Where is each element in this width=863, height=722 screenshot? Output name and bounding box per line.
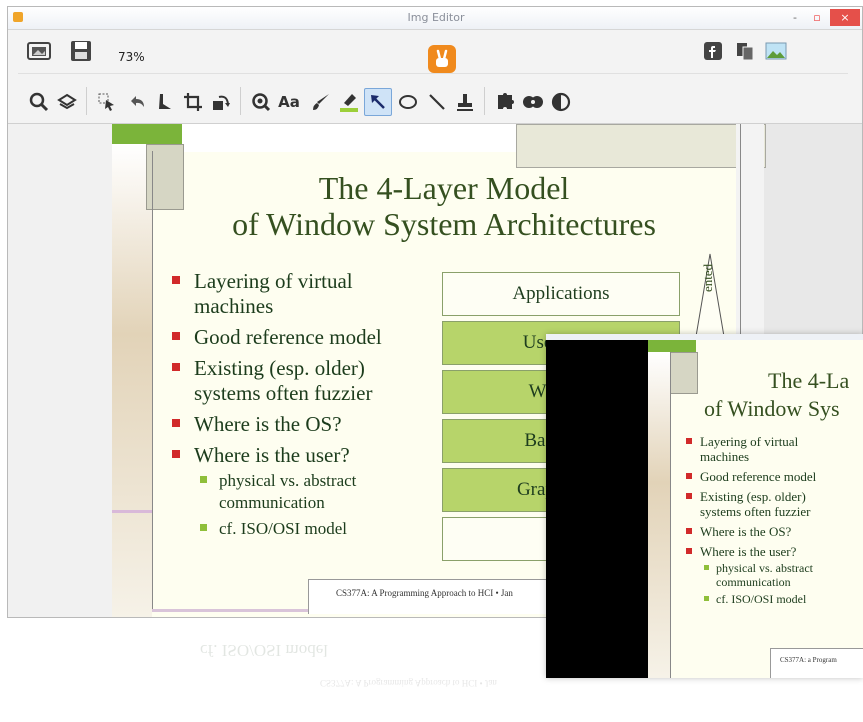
slide-title-line2: of Window System Architectures <box>232 206 656 242</box>
canvas-margin-left <box>8 124 112 617</box>
bullet-item: Layering of virtual <box>686 434 863 449</box>
preview-window: The 4-La of Window Sys Layering of virtu… <box>546 334 863 678</box>
bullet-item: Where is the OS? <box>172 412 472 437</box>
maximize-button[interactable]: ▫ <box>808 9 826 26</box>
slide-gray-block <box>516 124 766 168</box>
slide-footer: CS377A: A Programming Approach to HCI • … <box>336 588 513 598</box>
landscape-image-icon[interactable] <box>763 38 789 64</box>
preview-black-panel <box>546 340 648 678</box>
slide-pink-rule <box>112 510 152 513</box>
preview-green-block <box>648 340 696 352</box>
line-icon[interactable] <box>424 89 450 115</box>
brush-icon[interactable] <box>308 89 334 115</box>
ellipse-icon[interactable] <box>396 89 422 115</box>
reflection-line: cf. ISO/OSI model <box>200 641 328 660</box>
slide-left-strip <box>112 144 152 617</box>
bullet-item: Good reference model <box>172 325 472 350</box>
window-reflection: CS377A: A Programming Approach to HCI • … <box>140 618 560 698</box>
sub-bullet-item: physical vs. abstract <box>172 470 472 492</box>
preview-left-strip <box>648 352 670 678</box>
preview-vertical-rule <box>670 352 671 678</box>
slide-bullet-list: Layering of virtual machines Good refere… <box>172 269 472 540</box>
eye-icon[interactable] <box>520 89 546 115</box>
zoom-icon[interactable] <box>248 89 274 115</box>
slide-title-line1: The 4-Layer Model <box>318 170 570 206</box>
window-title: Img Editor <box>407 11 465 24</box>
preview-title-line2: of Window Sys <box>704 396 840 421</box>
bullet-item: Good reference model <box>686 469 863 484</box>
preview-gray-square <box>670 352 698 394</box>
zoom-level[interactable]: 73% <box>118 50 145 64</box>
sub-bullet-item: communication <box>219 493 325 512</box>
crop-icon[interactable] <box>180 89 206 115</box>
image-icon[interactable] <box>26 38 52 64</box>
title-bar[interactable]: Img Editor - ▫ × <box>8 7 862 30</box>
sub-bullet-item: physical vs. abstract <box>686 561 863 575</box>
close-button[interactable]: × <box>830 9 860 26</box>
preview-title-line1: The 4-La <box>768 368 850 393</box>
tool-separator <box>240 87 241 115</box>
bullet-item: machines <box>700 449 750 464</box>
preview-footer: CS377A: a Program <box>780 656 837 664</box>
slide-green-block <box>112 124 182 144</box>
bullet-item: Existing (esp. older) <box>686 489 863 504</box>
pen-tool-icon[interactable] <box>152 89 178 115</box>
save-icon[interactable] <box>68 38 94 64</box>
text-icon[interactable]: Aa <box>276 89 302 115</box>
bullet-item: Where is the user? <box>172 443 472 468</box>
tool-separator <box>86 87 87 115</box>
layers-icon[interactable] <box>54 89 80 115</box>
bullet-item: systems often fuzzier <box>700 504 811 519</box>
puzzle-icon[interactable] <box>492 89 518 115</box>
bullet-item: Existing (esp. older) <box>172 356 472 381</box>
rotate-icon[interactable] <box>208 89 234 115</box>
search-icon[interactable] <box>26 89 52 115</box>
highlight-icon[interactable] <box>336 89 362 115</box>
bullet-item: machines <box>194 294 274 318</box>
toolbar-divider <box>18 73 848 74</box>
contrast-icon[interactable] <box>548 89 574 115</box>
preview-bullet-list: Layering of virtual machines Good refere… <box>686 434 863 606</box>
layer-box-applications: Applications <box>442 272 680 316</box>
tools-toolbar: Aa <box>8 79 862 124</box>
copy-icon[interactable] <box>732 38 758 64</box>
preview-slide: The 4-La of Window Sys Layering of virtu… <box>648 340 863 678</box>
select-icon[interactable] <box>94 89 120 115</box>
bullet-item: Layering of virtual <box>172 269 472 294</box>
side-label: ented <box>700 263 715 292</box>
undo-icon[interactable] <box>124 89 150 115</box>
stamp-icon[interactable] <box>452 89 478 115</box>
minimize-button[interactable]: - <box>786 9 804 26</box>
bullet-item: Where is the OS? <box>686 524 863 539</box>
bullet-item: systems often fuzzier <box>194 381 373 405</box>
sub-bullet-item: cf. ISO/OSI model <box>172 518 472 540</box>
bullet-item: Where is the user? <box>686 544 863 559</box>
tool-separator <box>484 87 485 115</box>
facebook-icon[interactable] <box>700 38 726 64</box>
app-logo-icon <box>428 45 456 73</box>
sub-bullet-item: cf. ISO/OSI model <box>686 592 863 606</box>
sub-bullet-item: communication <box>716 575 791 589</box>
reflection-footer: CS377A: A Programming Approach to HCI • … <box>320 678 497 688</box>
arrow-icon[interactable] <box>364 88 392 116</box>
